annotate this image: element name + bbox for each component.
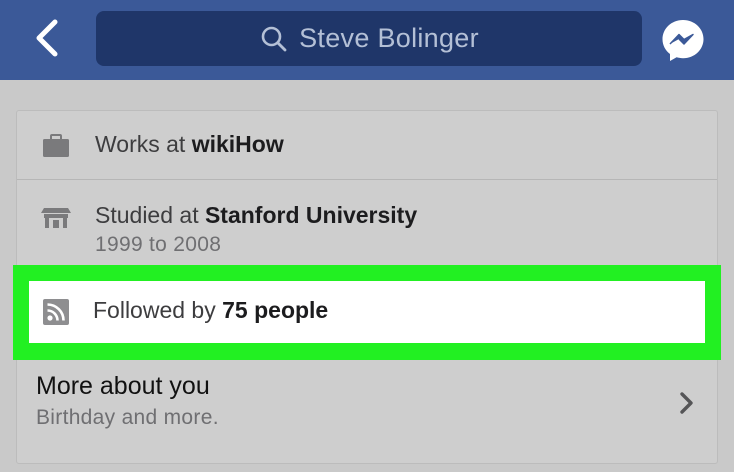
profile-about-screen: Steve Bolinger Works at wikiHow Studied … <box>0 0 734 472</box>
chevron-right-icon <box>676 388 698 418</box>
education-row[interactable]: Studied at Stanford University 1999 to 2… <box>17 180 717 265</box>
search-query-text: Steve Bolinger <box>299 23 479 53</box>
search-icon <box>259 24 289 54</box>
followers-value: 75 people <box>222 297 329 323</box>
top-navbar: Steve Bolinger <box>0 0 734 80</box>
education-years: 1999 to 2008 <box>95 233 222 256</box>
briefcase-icon <box>41 131 71 161</box>
work-text: Works at wikiHow <box>95 131 284 158</box>
work-value: wikiHow <box>191 131 284 157</box>
search-bar[interactable]: Steve Bolinger <box>96 11 642 66</box>
education-text: Studied at Stanford University <box>95 202 417 229</box>
school-icon <box>41 202 71 232</box>
followers-text: Followed by 75 people <box>93 297 328 324</box>
education-value: Stanford University <box>204 202 418 228</box>
more-about-subtitle: Birthday and more. <box>36 406 219 429</box>
back-button[interactable] <box>24 16 68 64</box>
messenger-icon <box>660 20 706 67</box>
followers-row[interactable]: Followed by 75 people <box>29 281 705 343</box>
rss-feed-icon <box>41 297 71 327</box>
education-prefix: Studied at <box>95 202 205 228</box>
more-about-title: More about you <box>36 372 210 400</box>
chevron-left-icon <box>31 18 61 63</box>
work-prefix: Works at <box>95 131 192 157</box>
highlight-frame: Followed by 75 people <box>13 265 721 360</box>
work-row[interactable]: Works at wikiHow <box>17 111 717 179</box>
followers-prefix: Followed by <box>93 297 223 323</box>
messenger-button[interactable] <box>660 17 706 63</box>
